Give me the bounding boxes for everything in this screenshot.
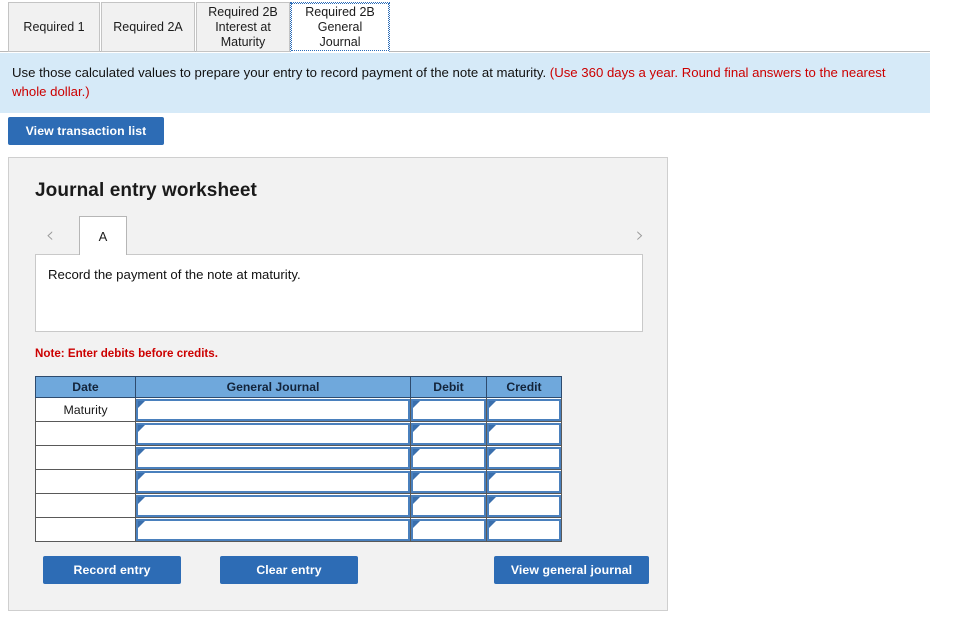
cell-debit[interactable] xyxy=(410,517,487,542)
journal-entry-worksheet-panel: Journal entry worksheet ‹ › A Record the… xyxy=(8,157,668,611)
journal-entry-table: Date General Journal Debit Credit Maturi… xyxy=(35,376,562,542)
instruction-banner: Use those calculated values to prepare y… xyxy=(0,53,930,113)
general-journal-input[interactable] xyxy=(136,446,410,469)
cell-date[interactable] xyxy=(35,517,136,542)
credit-input[interactable] xyxy=(487,470,561,493)
tab-required-2a[interactable]: Required 2A xyxy=(101,2,195,52)
record-entry-button[interactable]: Record entry xyxy=(43,556,181,584)
chevron-left-icon[interactable]: ‹ xyxy=(37,216,63,254)
panel-title: Journal entry worksheet xyxy=(35,180,257,201)
debit-input[interactable] xyxy=(411,518,486,541)
general-journal-input[interactable] xyxy=(136,470,410,493)
tab-required-2b-general-journal[interactable]: Required 2B General Journal xyxy=(290,2,390,53)
entry-description-text: Record the payment of the note at maturi… xyxy=(48,267,301,282)
debit-input[interactable] xyxy=(411,422,486,445)
required-tabs: Required 1 Required 2A Required 2B Inter… xyxy=(0,0,930,53)
worksheet-tab-label: A xyxy=(98,228,108,244)
credit-input[interactable] xyxy=(487,446,561,469)
instruction-text: Use those calculated values to prepare y… xyxy=(12,65,550,80)
cell-credit[interactable] xyxy=(486,421,562,446)
debit-input[interactable] xyxy=(411,398,486,421)
debit-input[interactable] xyxy=(411,494,486,517)
tab-required-1[interactable]: Required 1 xyxy=(8,2,100,52)
column-header-date: Date xyxy=(35,376,136,398)
table-row xyxy=(35,421,562,446)
table-header-row: Date General Journal Debit Credit xyxy=(35,376,562,398)
cell-general-journal[interactable] xyxy=(135,397,411,422)
cell-date[interactable] xyxy=(35,493,136,518)
debits-before-credits-note: Note: Enter debits before credits. xyxy=(35,347,218,360)
cell-credit[interactable] xyxy=(486,517,562,542)
cell-date[interactable] xyxy=(35,469,136,494)
general-journal-input[interactable] xyxy=(136,518,410,541)
cell-general-journal[interactable] xyxy=(135,517,411,542)
credit-input[interactable] xyxy=(487,422,561,445)
cell-date[interactable]: Maturity xyxy=(35,397,136,422)
tab-label: Required 2B Interest at Maturity xyxy=(208,4,278,49)
column-header-general-journal: General Journal xyxy=(135,376,411,398)
clear-entry-button[interactable]: Clear entry xyxy=(220,556,358,584)
cell-general-journal[interactable] xyxy=(135,469,411,494)
credit-input[interactable] xyxy=(487,398,561,421)
general-journal-input[interactable] xyxy=(136,494,410,517)
cell-credit[interactable] xyxy=(486,469,562,494)
general-journal-input[interactable] xyxy=(136,398,410,421)
view-transaction-list-button[interactable]: View transaction list xyxy=(8,117,164,145)
debit-input[interactable] xyxy=(411,470,486,493)
table-row xyxy=(35,445,562,470)
cell-debit[interactable] xyxy=(410,469,487,494)
table-row xyxy=(35,517,562,542)
tab-label: Required 1 xyxy=(23,19,85,34)
cell-date[interactable] xyxy=(35,421,136,446)
column-header-credit: Credit xyxy=(486,376,562,398)
table-row xyxy=(35,493,562,518)
cell-general-journal[interactable] xyxy=(135,445,411,470)
view-general-journal-button[interactable]: View general journal xyxy=(494,556,649,584)
debit-input[interactable] xyxy=(411,446,486,469)
page-root: Required 1 Required 2A Required 2B Inter… xyxy=(0,0,979,635)
cell-debit[interactable] xyxy=(410,445,487,470)
tab-label: Required 2A xyxy=(113,19,183,34)
credit-input[interactable] xyxy=(487,494,561,517)
column-header-debit: Debit xyxy=(410,376,487,398)
cell-debit[interactable] xyxy=(410,397,487,422)
cell-credit[interactable] xyxy=(486,445,562,470)
credit-input[interactable] xyxy=(487,518,561,541)
entry-description-box: Record the payment of the note at maturi… xyxy=(35,254,643,332)
table-row: Maturity xyxy=(35,397,562,422)
tab-label: Required 2B General Journal xyxy=(305,4,375,49)
table-row xyxy=(35,469,562,494)
cell-general-journal[interactable] xyxy=(135,493,411,518)
cell-general-journal[interactable] xyxy=(135,421,411,446)
cell-debit[interactable] xyxy=(410,421,487,446)
cell-credit[interactable] xyxy=(486,397,562,422)
chevron-right-icon[interactable]: › xyxy=(627,216,653,254)
general-journal-input[interactable] xyxy=(136,422,410,445)
cell-date[interactable] xyxy=(35,445,136,470)
cell-credit[interactable] xyxy=(486,493,562,518)
worksheet-tab-a[interactable]: A xyxy=(79,216,127,255)
tab-required-2b-interest-at-maturity[interactable]: Required 2B Interest at Maturity xyxy=(196,2,290,52)
cell-debit[interactable] xyxy=(410,493,487,518)
